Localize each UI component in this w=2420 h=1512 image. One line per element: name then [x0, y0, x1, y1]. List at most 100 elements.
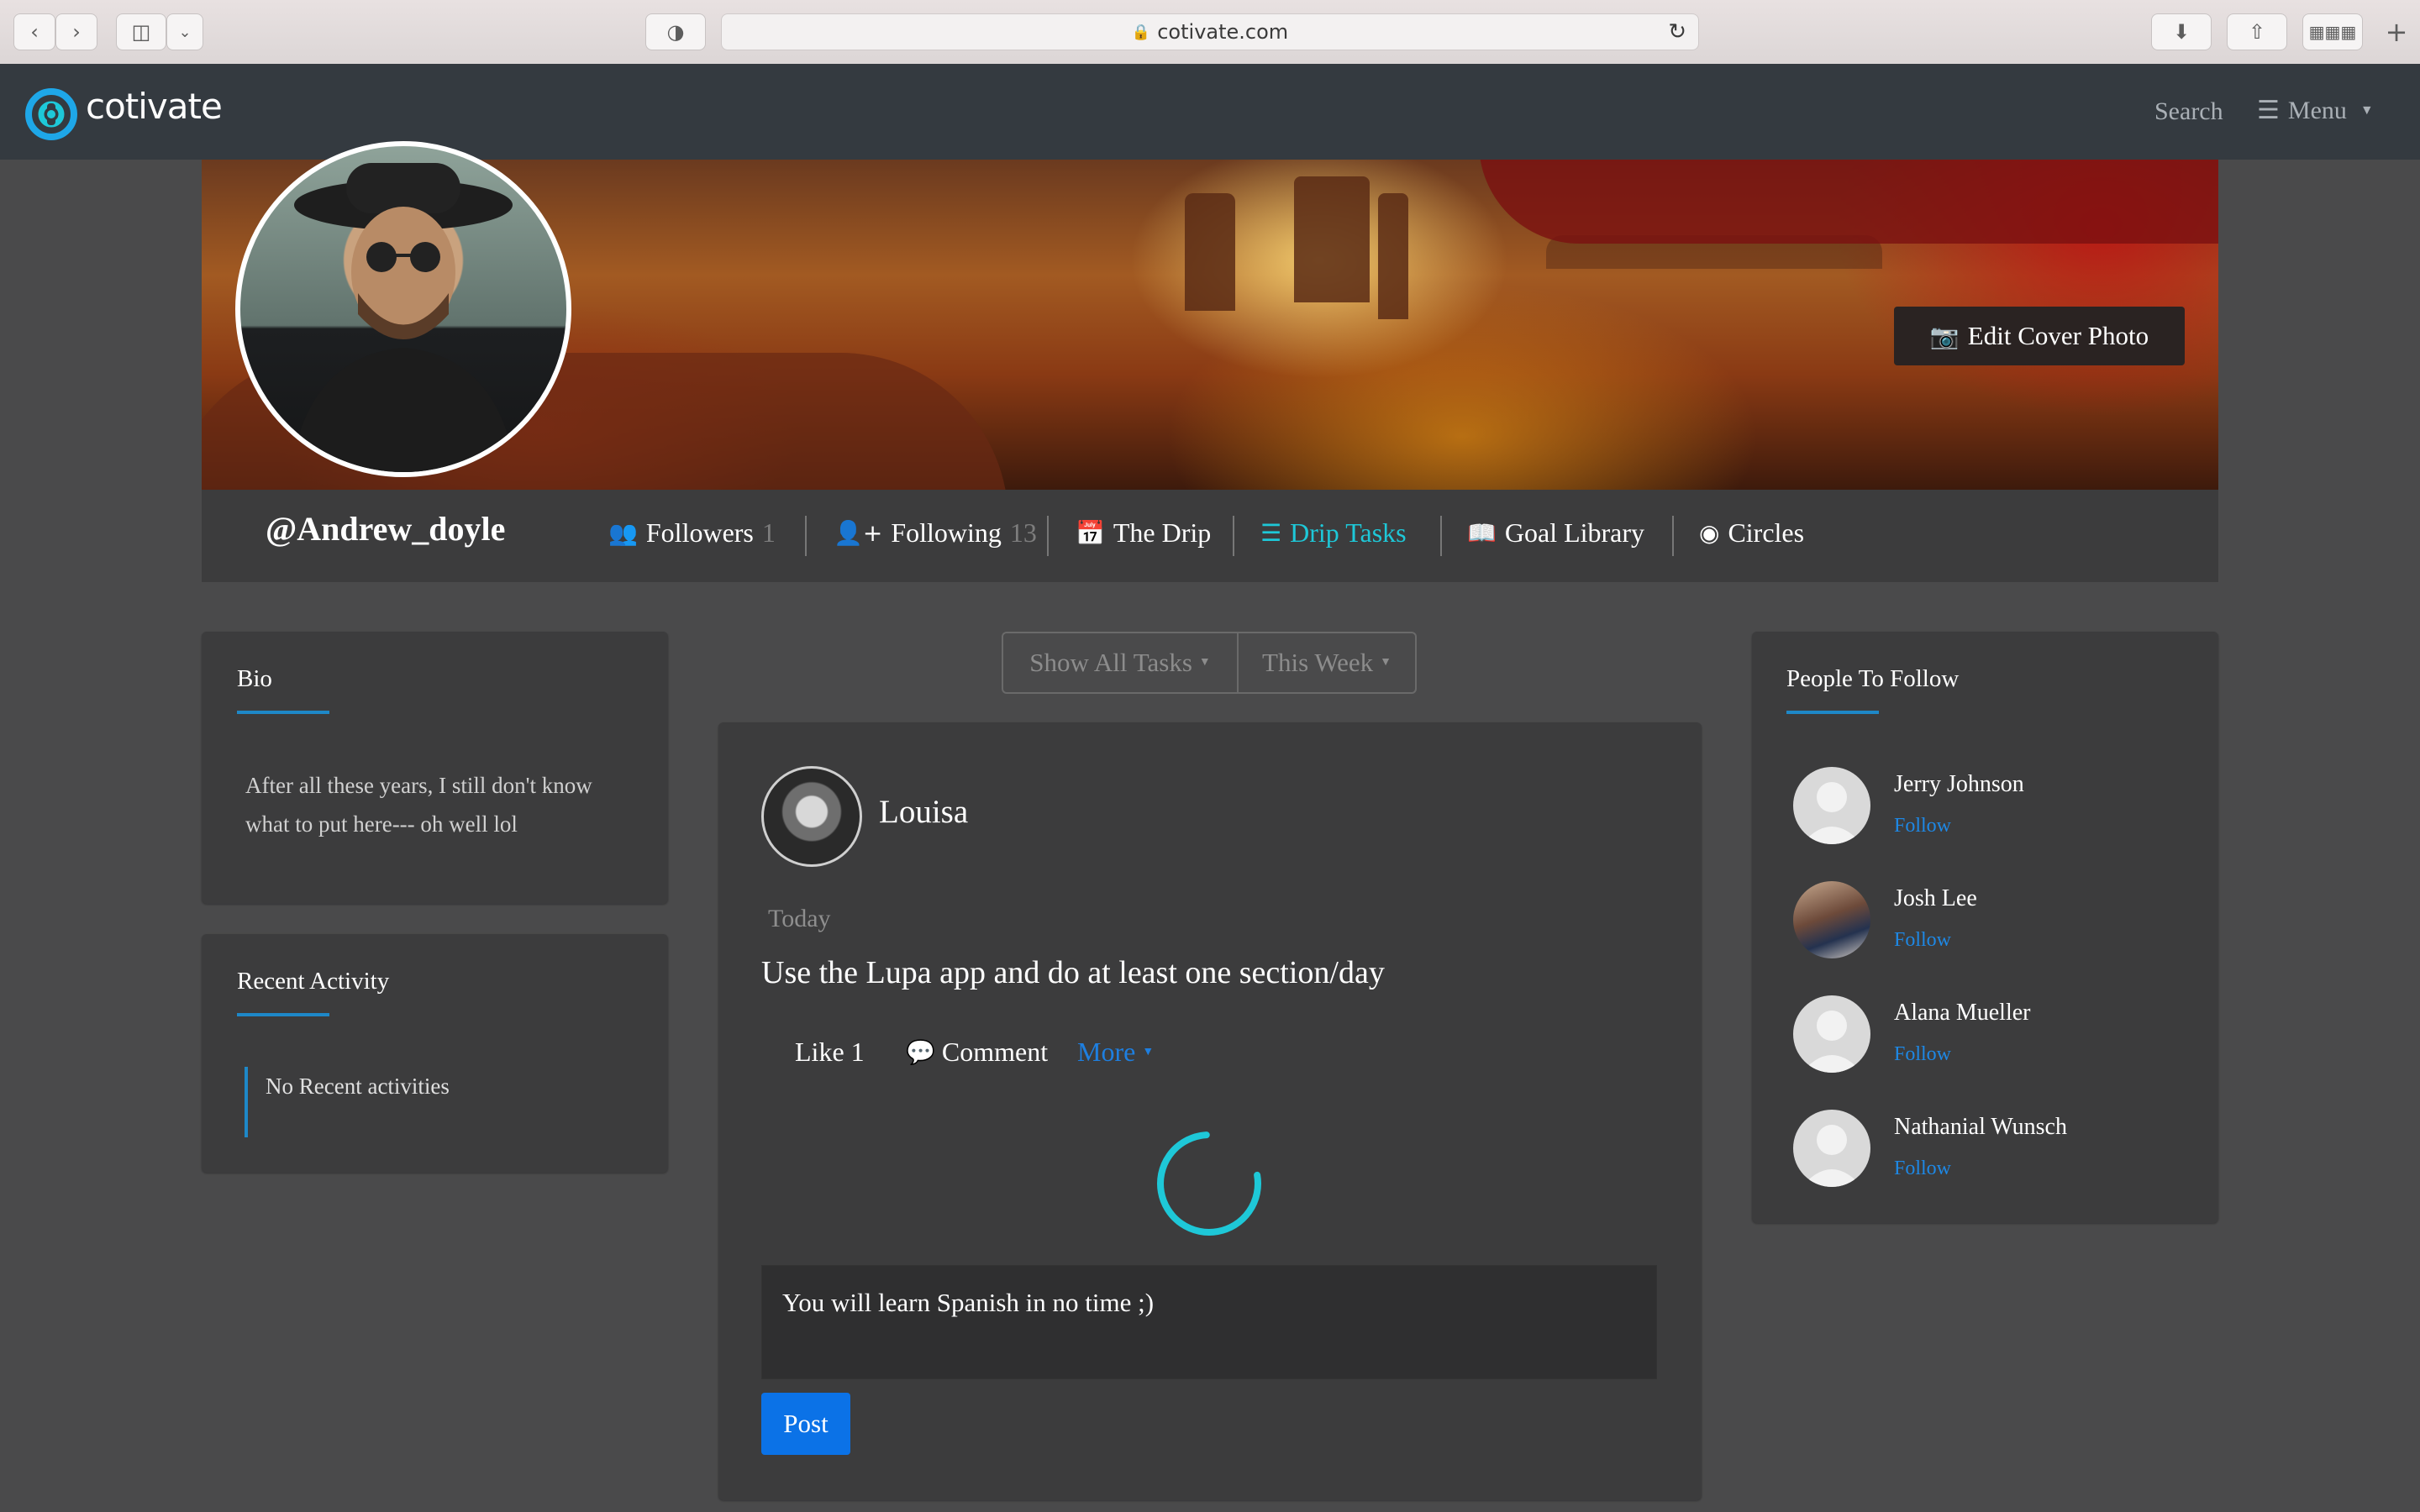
sidebar-menu-button[interactable]: ⌄ [166, 13, 203, 50]
profile-avatar[interactable] [235, 141, 571, 477]
cotivate-logo-icon[interactable] [25, 88, 77, 140]
person-avatar[interactable] [1793, 1110, 1870, 1187]
downloads-button[interactable]: ⬇ [2151, 13, 2212, 50]
privacy-shield-button[interactable]: ◑ [645, 13, 706, 50]
shield-icon: ◑ [666, 20, 685, 44]
person-name[interactable]: Nathanial Wunsch [1894, 1114, 2067, 1141]
tab-circles[interactable]: ◉ Circles [1699, 517, 1804, 549]
bio-title-underline [237, 711, 329, 714]
this-week-dropdown[interactable]: This Week ▼ [1239, 633, 1415, 692]
nav-divider [1047, 516, 1049, 556]
camera-icon: 📷 [1929, 322, 1960, 350]
hamburger-icon: ☰ [2257, 96, 2280, 125]
like-button[interactable]: Like 1 [795, 1037, 865, 1068]
post-date: Today [768, 905, 831, 932]
profile-photo-icon [291, 163, 516, 472]
followers-count: 1 [761, 517, 776, 548]
tab-followers[interactable]: 👥 Followers 1 [608, 517, 776, 549]
comment-button[interactable]: 💬 Comment [906, 1037, 1048, 1068]
user-placeholder-icon [1802, 782, 1862, 844]
comment-label: Comment [941, 1037, 1049, 1067]
new-tab-button[interactable]: + [2376, 13, 2417, 50]
back-button[interactable]: ‹ [13, 13, 55, 50]
chevron-right-icon: › [72, 20, 81, 44]
caret-down-icon: ▼ [1142, 1045, 1155, 1058]
tab-goal-library[interactable]: 📖 Goal Library [1467, 517, 1644, 549]
task-filter-group: Show All Tasks ▼ This Week ▼ [1002, 632, 1417, 694]
more-dropdown[interactable]: More ▼ [1077, 1037, 1154, 1068]
loading-spinner-icon [1157, 1131, 1261, 1236]
nav-menu-dropdown[interactable]: ☰ Menu ▼ [2257, 96, 2374, 125]
share-button[interactable]: ⇧ [2227, 13, 2287, 50]
comment-input[interactable]: You will learn Spanish in no time ;) [761, 1265, 1657, 1379]
logo-text[interactable]: cotivate [86, 86, 223, 127]
recent-activity-title: Recent Activity [237, 968, 390, 995]
tab-drip-tasks-label: Drip Tasks [1290, 517, 1407, 548]
edit-cover-photo-button[interactable]: 📷 Edit Cover Photo [1894, 307, 2185, 365]
nav-divider [1672, 516, 1674, 556]
tab-the-drip[interactable]: 📅 The Drip [1076, 517, 1211, 549]
person-avatar[interactable] [1793, 881, 1870, 958]
sidebar-icon: ◫ [131, 20, 151, 44]
nav-search-link[interactable]: Search [2154, 97, 2223, 126]
nav-menu-label: Menu [2287, 96, 2347, 124]
share-icon: ⇧ [2248, 20, 2266, 44]
download-icon: ⬇ [2172, 20, 2191, 44]
chevron-down-icon: ⌄ [178, 23, 192, 41]
nav-divider [805, 516, 807, 556]
tab-circles-label: Circles [1728, 517, 1805, 548]
user-circle-icon: ◉ [1699, 519, 1720, 547]
like-label: Like [795, 1037, 844, 1067]
recent-activity-empty: No Recent activities [266, 1074, 450, 1099]
lock-icon: 🔒 [1131, 23, 1151, 41]
author-name[interactable]: Louisa [879, 793, 968, 831]
author-avatar[interactable] [761, 766, 862, 867]
tab-following[interactable]: 👤+ Following 13 [834, 517, 1037, 549]
task-text: Use the Lupa app and do at least one sec… [761, 955, 1385, 990]
activity-timeline-bar [245, 1067, 248, 1137]
person-name[interactable]: Alana Mueller [1894, 1000, 2031, 1026]
grid-icon: ▦▦▦ [2308, 22, 2357, 42]
person-avatar[interactable] [1793, 995, 1870, 1073]
task-filter-label: Show All Tasks [1029, 648, 1192, 677]
nav-divider [1440, 516, 1442, 556]
post-comment-button[interactable]: Post [761, 1393, 850, 1455]
url-text: cotivate.com [1157, 20, 1289, 44]
tab-drip-tasks[interactable]: ☰ Drip Tasks [1260, 517, 1407, 549]
sidebar-toggle-button[interactable]: ◫ [116, 13, 166, 50]
chevron-left-icon: ‹ [30, 20, 39, 44]
users-icon: 👥 [608, 519, 638, 547]
follow-link[interactable]: Follow [1894, 929, 1951, 952]
user-placeholder-icon [1802, 1011, 1862, 1073]
forward-button[interactable]: › [55, 13, 97, 50]
person-name[interactable]: Jerry Johnson [1894, 771, 2024, 798]
follow-link[interactable]: Follow [1894, 815, 1951, 837]
user-plus-icon: 👤+ [834, 519, 883, 547]
tab-the-drip-label: The Drip [1113, 517, 1212, 548]
plus-icon: + [2385, 16, 2408, 48]
tab-followers-label: Followers [645, 517, 754, 548]
tab-goal-library-label: Goal Library [1504, 517, 1645, 548]
people-to-follow-underline [1786, 711, 1879, 714]
period-filter-label: This Week [1262, 648, 1374, 677]
caret-down-icon: ▼ [2360, 102, 2374, 118]
follow-link[interactable]: Follow [1894, 1043, 1951, 1066]
caret-down-icon: ▼ [1198, 656, 1211, 669]
following-count: 13 [1009, 517, 1037, 548]
bio-text: After all these years, I still don't kno… [245, 773, 592, 837]
person-avatar[interactable] [1793, 767, 1870, 844]
person-name[interactable]: Josh Lee [1894, 885, 1977, 912]
people-to-follow-title: People To Follow [1786, 665, 1960, 692]
tab-overview-button[interactable]: ▦▦▦ [2302, 13, 2363, 50]
address-bar[interactable]: 🔒 cotivate.com ↻ [721, 13, 1699, 50]
comment-icon: 💬 [906, 1038, 935, 1066]
reload-icon[interactable]: ↻ [1668, 19, 1686, 45]
profile-username: @Andrew_doyle [266, 510, 506, 548]
drip-task-card [718, 722, 1702, 1500]
nav-divider [1233, 516, 1234, 556]
follow-link[interactable]: Follow [1894, 1158, 1951, 1180]
bio-title: Bio [237, 665, 272, 692]
like-count: 1 [850, 1037, 865, 1067]
tab-following-label: Following [891, 517, 1002, 548]
show-all-tasks-dropdown[interactable]: Show All Tasks ▼ [1003, 633, 1239, 692]
